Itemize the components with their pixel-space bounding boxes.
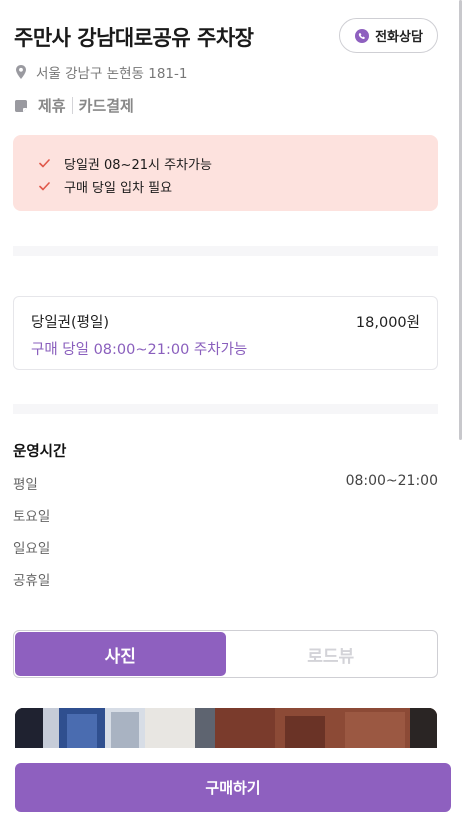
tag-divider — [71, 97, 73, 114]
building-photo-image — [15, 708, 437, 748]
tag-card-payment: 카드결제 — [78, 97, 134, 115]
parking-photo[interactable] — [15, 708, 437, 748]
hours-row: 일요일 — [13, 537, 438, 557]
hours-day: 공휴일 — [13, 573, 51, 589]
memo-icon — [15, 99, 27, 112]
hours-day: 평일 — [13, 477, 38, 493]
hours-row: 평일 08:00~21:00 — [13, 473, 438, 493]
page-title: 주만사 강남대로공유 주차장 — [14, 26, 254, 50]
ticket-name: 당일권(평일) — [31, 315, 110, 331]
tab-roadview[interactable]: 로드뷰 — [226, 632, 437, 676]
notice-box: 당일권 08~21시 주차가능 구매 당일 입차 필요 — [13, 135, 438, 211]
phone-consult-label: 전화상담 — [375, 30, 423, 45]
section-divider — [13, 404, 438, 414]
phone-chat-icon — [355, 28, 370, 43]
notice-item: 당일권 08~21시 주차가능 — [39, 152, 438, 175]
ticket-description: 구매 당일 08:00~21:00 주차가능 — [31, 342, 248, 358]
hours-row: 공휴일 — [13, 569, 438, 589]
location-pin-icon — [16, 65, 26, 79]
media-tab-group: 사진 로드뷰 — [13, 630, 438, 678]
ticket-card[interactable]: 당일권(평일) 18,000원 구매 당일 08:00~21:00 주차가능 — [13, 296, 438, 370]
purchase-button[interactable]: 구매하기 — [15, 763, 451, 812]
hours-row: 토요일 — [13, 505, 438, 525]
phone-consult-button[interactable]: 전화상담 — [339, 18, 438, 53]
notice-text: 구매 당일 입차 필요 — [64, 181, 173, 196]
notice-text: 당일권 08~21시 주차가능 — [64, 158, 212, 173]
ticket-price: 18,000원 — [355, 315, 420, 331]
check-icon — [39, 182, 50, 191]
address-text: 서울 강남구 논현동 181-1 — [36, 66, 188, 82]
tab-photos[interactable]: 사진 — [15, 632, 226, 676]
section-divider — [13, 246, 438, 256]
hours-time: 08:00~21:00 — [345, 473, 438, 489]
hours-title: 운영시간 — [13, 444, 67, 460]
hours-day: 토요일 — [13, 509, 51, 525]
hours-day: 일요일 — [13, 541, 51, 557]
address-row: 서울 강남구 논현동 181-1 — [14, 62, 187, 82]
check-icon — [39, 159, 50, 168]
notice-item: 구매 당일 입차 필요 — [39, 175, 438, 198]
tags-row: 제휴 카드결제 — [14, 95, 134, 116]
tag-partner: 제휴 — [38, 97, 66, 115]
